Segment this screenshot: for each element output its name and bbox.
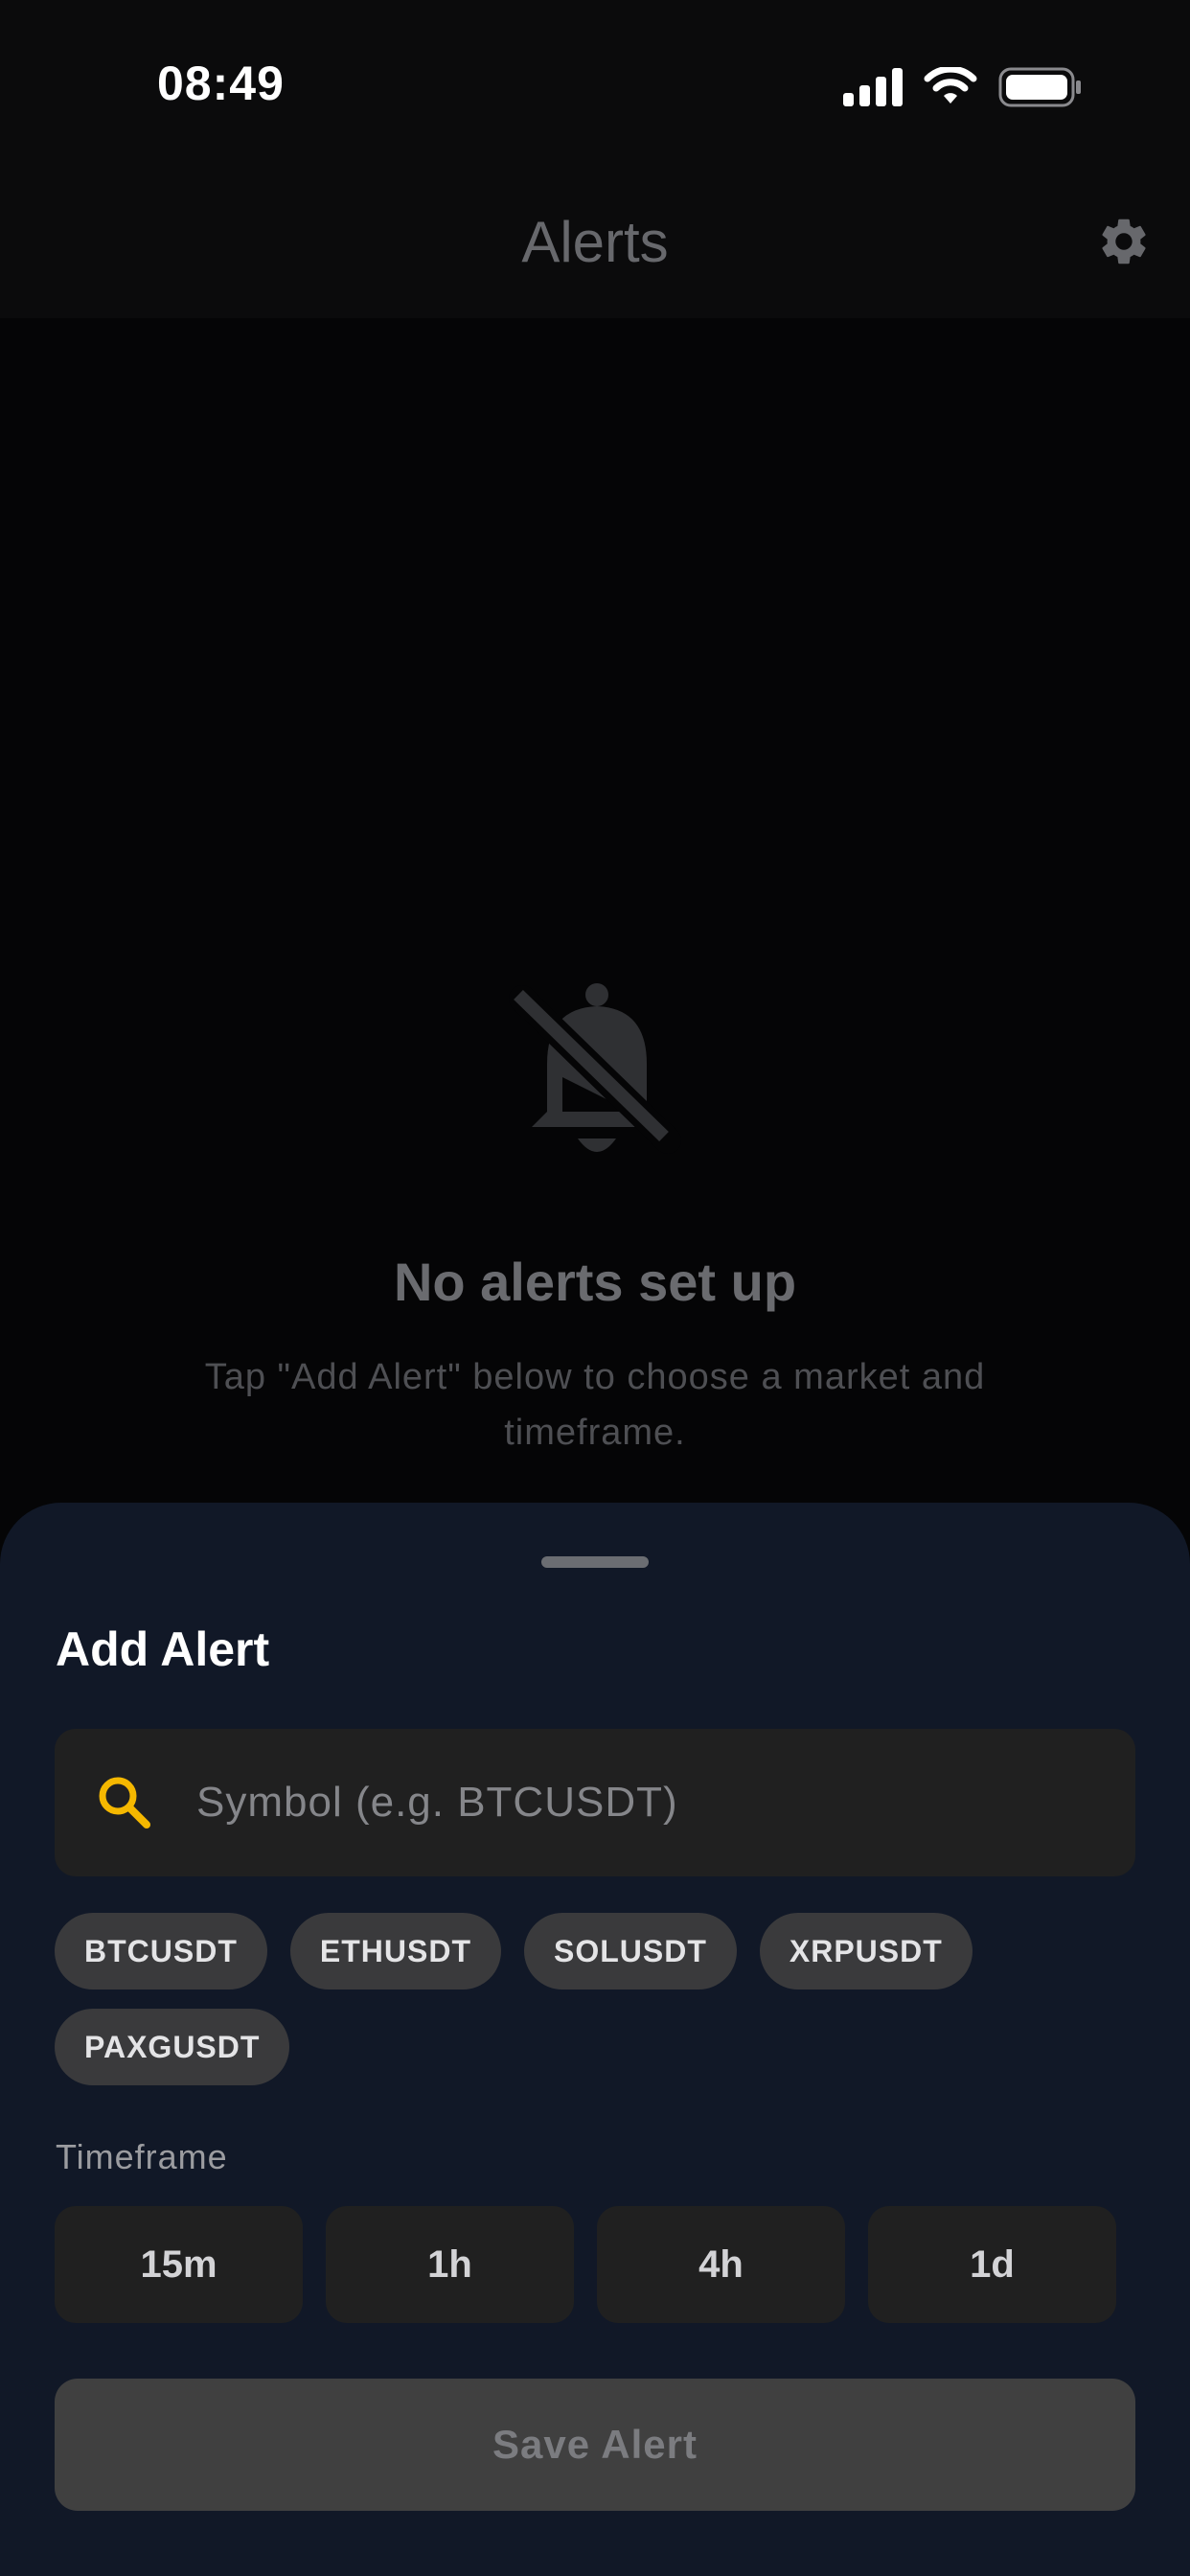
empty-state-subtitle: Tap "Add Alert" below to choose a market… — [204, 1357, 986, 1453]
symbol-chip-ethusdt[interactable]: ETHUSDT — [289, 1913, 501, 1990]
status-time: 08:49 — [157, 57, 285, 110]
battery-icon — [998, 67, 1083, 112]
timeframe-15m-button[interactable]: 15m — [55, 2206, 303, 2323]
bell-slash-icon — [509, 983, 681, 1154]
settings-button[interactable] — [1095, 213, 1153, 270]
cellular-signal-icon — [843, 68, 903, 111]
timeframe-4h-button[interactable]: 4h — [597, 2206, 845, 2323]
search-icon — [99, 1777, 150, 1828]
timeframe-options: 15m 1h 4h 1d — [55, 2206, 1116, 2323]
status-icons — [843, 65, 1083, 112]
page-title: Alerts — [521, 210, 669, 274]
alerts-screen: 08:49 Alerts No alerts set up Tap "Add A… — [0, 0, 1190, 2576]
symbol-chip-paxgusdt[interactable]: PAXGUSDT — [55, 2009, 290, 2085]
gear-icon — [1102, 218, 1146, 264]
wifi-icon — [924, 65, 977, 112]
timeframe-1d-button[interactable]: 1d — [868, 2206, 1116, 2323]
symbol-chips: BTCUSDT ETHUSDT SOLUSDT XRPUSDT PAXGUSDT — [55, 1913, 1109, 2085]
sheet-title: Add Alert — [56, 1622, 270, 1676]
timeframe-label: Timeframe — [56, 2137, 228, 2176]
sheet-grabber[interactable] — [541, 1556, 649, 1568]
symbol-chip-solusdt[interactable]: SOLUSDT — [523, 1913, 737, 1990]
empty-state: No alerts set up Tap "Add Alert" below t… — [0, 978, 1190, 1460]
top-area: 08:49 Alerts — [0, 0, 1190, 318]
symbol-chip-xrpusdt[interactable]: XRPUSDT — [759, 1913, 973, 1990]
symbol-chip-btcusdt[interactable]: BTCUSDT — [55, 1913, 267, 1990]
timeframe-1h-button[interactable]: 1h — [326, 2206, 574, 2323]
add-alert-sheet: Add Alert BTCUSDT ETHUSDT SOLUSDT XRPUSD… — [0, 1503, 1190, 2576]
empty-state-title: No alerts set up — [393, 1252, 797, 1312]
symbol-search-input[interactable] — [195, 1729, 1135, 1876]
save-alert-button[interactable]: Save Alert — [55, 2379, 1135, 2511]
symbol-search-box[interactable] — [55, 1729, 1135, 1876]
